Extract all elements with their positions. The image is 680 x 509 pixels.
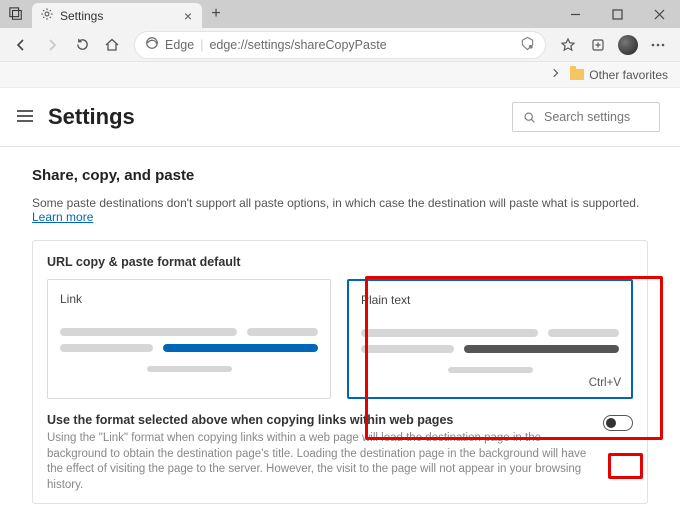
settings-content: Share, copy, and paste Some paste destin… xyxy=(0,147,680,504)
back-button[interactable] xyxy=(8,31,36,59)
tab-title: Settings xyxy=(60,9,103,23)
option-title: Link xyxy=(60,292,318,306)
other-favorites-label: Other favorites xyxy=(589,68,668,82)
option-title: Plain text xyxy=(361,293,619,307)
new-tab-button[interactable]: + xyxy=(202,0,230,28)
browser-tab[interactable]: Settings × xyxy=(32,3,202,28)
address-bar[interactable]: Edge | edge://settings/shareCopyPaste xyxy=(134,31,546,59)
home-button[interactable] xyxy=(98,31,126,59)
learn-more-link[interactable]: Learn more xyxy=(32,210,93,224)
search-icon xyxy=(523,111,536,124)
section-note: Some paste destinations don't support al… xyxy=(32,196,648,224)
search-placeholder: Search settings xyxy=(544,110,630,124)
refresh-button[interactable] xyxy=(68,31,96,59)
use-format-setting-row: Use the format selected above when copyi… xyxy=(47,413,633,493)
edge-logo-icon xyxy=(145,36,159,53)
settings-menu-button[interactable] xyxy=(16,109,34,126)
shortcut-label: Ctrl+V xyxy=(589,377,621,389)
use-format-label: Use the format selected above when copyi… xyxy=(47,413,593,427)
window-close-button[interactable] xyxy=(638,0,680,28)
address-url: edge://settings/shareCopyPaste xyxy=(209,38,386,52)
browser-toolbar: Edge | edge://settings/shareCopyPaste xyxy=(0,28,680,62)
format-option-link[interactable]: Link xyxy=(47,279,331,399)
folder-icon xyxy=(570,69,584,80)
settings-card: URL copy & paste format default Link Pla… xyxy=(32,240,648,504)
maximize-button[interactable] xyxy=(596,0,638,28)
favorites-overflow-icon[interactable] xyxy=(550,67,562,82)
other-favorites-folder[interactable]: Other favorites xyxy=(570,68,668,82)
format-default-label: URL copy & paste format default xyxy=(47,255,633,269)
minimize-button[interactable] xyxy=(554,0,596,28)
use-format-toggle[interactable] xyxy=(603,415,633,431)
page-title: Settings xyxy=(48,104,135,130)
favorites-button[interactable] xyxy=(554,31,582,59)
settings-header: Settings Search settings xyxy=(0,88,680,146)
gear-icon xyxy=(40,7,54,24)
address-prefix: Edge xyxy=(165,38,194,52)
section-heading: Share, copy, and paste xyxy=(32,167,648,184)
more-button[interactable] xyxy=(644,31,672,59)
profile-button[interactable] xyxy=(614,31,642,59)
close-tab-icon[interactable]: × xyxy=(184,9,192,23)
settings-search-input[interactable]: Search settings xyxy=(512,102,660,132)
forward-button xyxy=(38,31,66,59)
collections-button[interactable] xyxy=(584,31,612,59)
titlebar: Settings × + xyxy=(0,0,680,28)
format-option-plain-text[interactable]: Plain text Ctrl+V xyxy=(347,279,633,399)
favorites-bar: Other favorites xyxy=(0,62,680,88)
use-format-desc: Using the "Link" format when copying lin… xyxy=(47,431,593,493)
tracking-icon[interactable] xyxy=(520,36,535,54)
app-icon[interactable] xyxy=(0,0,32,28)
format-options: Link Plain text Ctrl+V xyxy=(47,279,633,399)
